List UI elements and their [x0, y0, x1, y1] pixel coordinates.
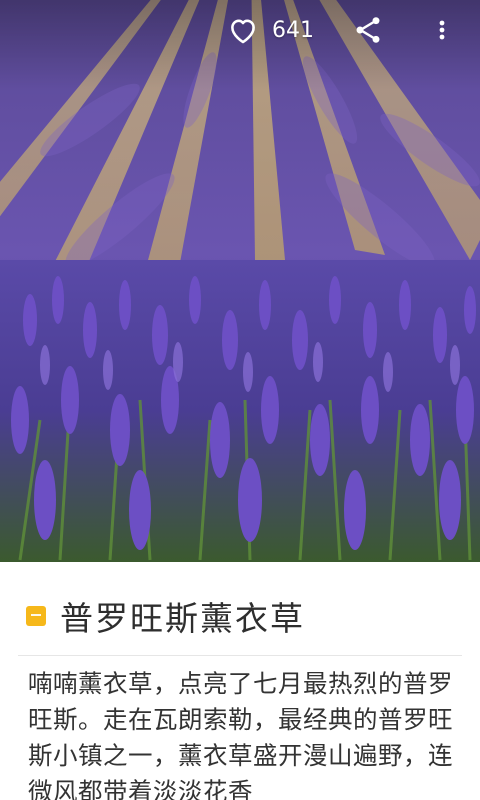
- screen: 641 普罗旺斯薰衣草 喃喃薰衣草，点亮了七月最热烈的普罗旺斯。走在瓦朗索勒，最…: [0, 0, 480, 800]
- top-action-bar: 641: [0, 0, 480, 64]
- share-button[interactable]: [352, 14, 384, 46]
- divider: [18, 655, 462, 656]
- share-icon: [356, 17, 380, 43]
- like-count: 641: [272, 17, 314, 43]
- heart-outline-icon: [231, 19, 255, 44]
- like-button[interactable]: 641: [226, 12, 314, 48]
- more-options-button[interactable]: [430, 14, 454, 46]
- article-title: 普罗旺斯薰衣草: [60, 599, 305, 638]
- hero-image: [0, 0, 480, 562]
- label-icon: [26, 606, 46, 626]
- article-header: 普罗旺斯薰衣草: [0, 586, 480, 646]
- article-body: 喃喃薰衣草，点亮了七月最热烈的普罗旺斯。走在瓦朗索勒，最经典的普罗旺斯小镇之一，…: [28, 669, 453, 800]
- lavender-field-illustration: [0, 0, 480, 562]
- more-vertical-icon: [439, 20, 445, 40]
